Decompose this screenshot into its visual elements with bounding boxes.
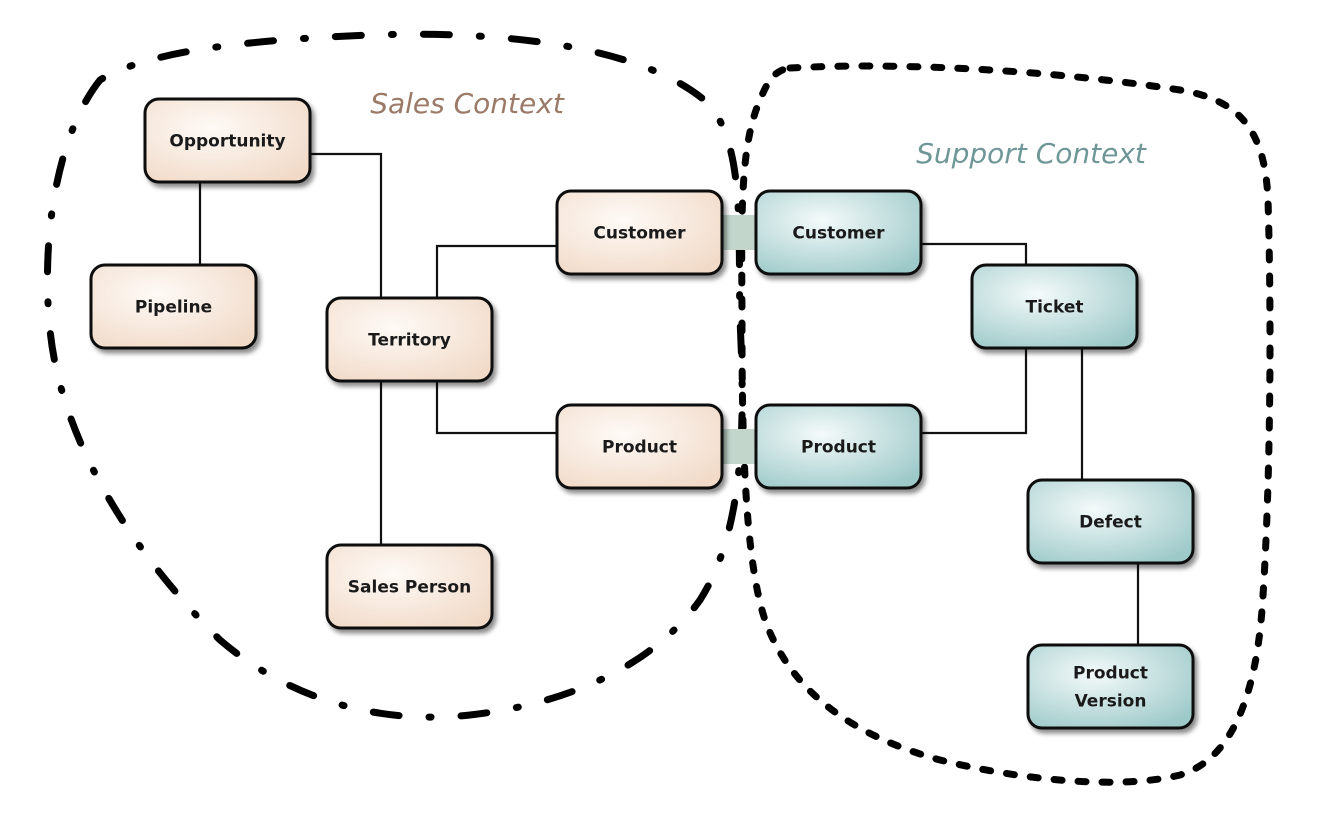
node-label: Territory bbox=[368, 331, 451, 351]
node-sales-customer[interactable]: Customer bbox=[555, 189, 724, 276]
shared-kernel-link bbox=[722, 215, 756, 250]
edge-opportunity-to-territory bbox=[310, 152, 383, 298]
sales-context-title: Sales Context bbox=[370, 87, 565, 120]
node-label: Product bbox=[602, 438, 677, 458]
node-opportunity[interactable]: Opportunity bbox=[143, 97, 312, 184]
node-label: Sales Person bbox=[348, 578, 471, 598]
context-map-diagram: Sales Context Support Context Opportunit… bbox=[43, 30, 1274, 786]
node-label: Version bbox=[1075, 692, 1147, 712]
node-label: Pipeline bbox=[135, 298, 212, 318]
node-label: Ticket bbox=[1025, 298, 1083, 318]
shared-kernel-link bbox=[722, 429, 756, 464]
edge-territory-to-sales-customer bbox=[435, 244, 557, 298]
edge-territory-to-sales-product bbox=[435, 381, 557, 435]
node-sales-product[interactable]: Product bbox=[555, 403, 724, 490]
node-box[interactable] bbox=[1026, 643, 1195, 730]
node-label: Product bbox=[801, 438, 876, 458]
edge-support-customer-to-ticket bbox=[921, 242, 1028, 265]
node-territory[interactable]: Territory bbox=[325, 296, 494, 383]
node-label: Opportunity bbox=[169, 132, 285, 152]
node-defect[interactable]: Defect bbox=[1026, 478, 1195, 565]
support-context-title: Support Context bbox=[916, 137, 1147, 170]
node-support-product[interactable]: Product bbox=[754, 403, 923, 490]
node-label: Defect bbox=[1079, 513, 1142, 533]
node-product-version[interactable]: Product Version bbox=[1026, 643, 1195, 730]
edge-support-product-to-ticket bbox=[921, 348, 1028, 435]
node-support-customer[interactable]: Customer bbox=[754, 189, 923, 276]
node-pipeline[interactable]: Pipeline bbox=[89, 263, 258, 350]
node-label: Product bbox=[1073, 664, 1148, 684]
node-label: Customer bbox=[593, 224, 686, 244]
node-ticket[interactable]: Ticket bbox=[970, 263, 1139, 350]
node-label: Customer bbox=[792, 224, 885, 244]
node-sales-person[interactable]: Sales Person bbox=[325, 543, 494, 630]
